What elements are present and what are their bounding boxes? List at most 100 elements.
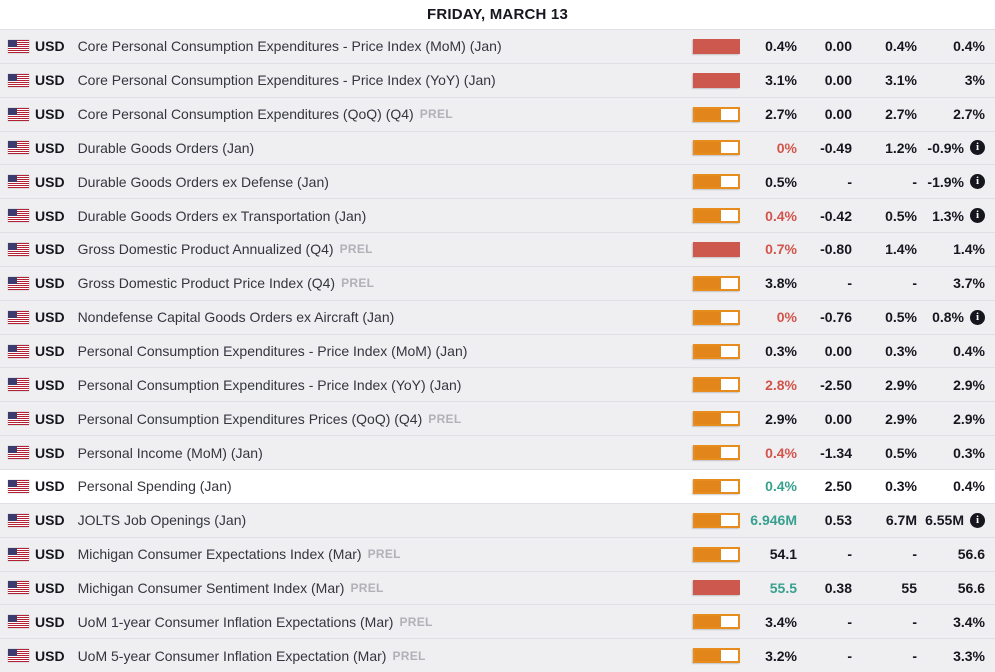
deviation-value: 0.53 (797, 512, 852, 528)
table-row[interactable]: USD Michigan Consumer Expectations Index… (0, 537, 995, 571)
previous-value: 6.55M (925, 512, 964, 528)
info-icon[interactable]: i (970, 208, 985, 223)
table-row[interactable]: USD Gross Domestic Product Price Index (… (0, 266, 995, 300)
event-name: JOLTS Job Openings (Jan) (78, 512, 247, 528)
event-name: Personal Spending (Jan) (78, 478, 232, 494)
prel-badge: PREL (368, 547, 401, 561)
previous-value: 0.4% (953, 38, 985, 54)
previous-value: 1.3% (932, 208, 964, 224)
deviation-value: 0.00 (797, 343, 852, 359)
table-row[interactable]: USD Nondefense Capital Goods Orders ex A… (0, 300, 995, 334)
actual-value: 0.5% (740, 174, 797, 190)
table-row[interactable]: USD Personal Income (MoM) (Jan) 0.4% -1.… (0, 435, 995, 469)
table-row[interactable]: USD Core Personal Consumption Expenditur… (0, 29, 995, 63)
prel-badge: PREL (399, 615, 432, 629)
info-icon[interactable]: i (970, 174, 985, 189)
event-name: Michigan Consumer Expectations Index (Ma… (78, 546, 362, 562)
table-row[interactable]: USD Durable Goods Orders ex Transportati… (0, 198, 995, 232)
currency-label: USD (35, 140, 65, 156)
table-row[interactable]: USD Michigan Consumer Sentiment Index (M… (0, 571, 995, 605)
prel-badge: PREL (340, 242, 373, 256)
actual-value: 2.8% (740, 377, 797, 393)
currency-label: USD (35, 478, 65, 494)
event-name: Durable Goods Orders ex Transportation (… (78, 208, 367, 224)
row-values: 0.3% 0.00 0.3% 0.4% (693, 343, 985, 359)
previous-value: 2.9% (953, 377, 985, 393)
row-values: 0.7% -0.80 1.4% 1.4% (693, 241, 985, 257)
deviation-value: - (797, 546, 852, 562)
table-row[interactable]: USD Personal Spending (Jan) 0.4% 2.50 0.… (0, 469, 995, 503)
actual-value: 0% (740, 140, 797, 156)
deviation-value: - (797, 614, 852, 630)
currency-label: USD (35, 208, 65, 224)
row-values: 3.2% - - 3.3% (693, 648, 985, 664)
table-row[interactable]: USD UoM 5-year Consumer Inflation Expect… (0, 638, 995, 672)
previous-value: 1.4% (953, 241, 985, 257)
actual-value: 3.4% (740, 614, 797, 630)
us-flag-icon (8, 412, 29, 425)
row-values: 2.9% 0.00 2.9% 2.9% (693, 411, 985, 427)
volatility-indicator-icon (693, 614, 740, 629)
event-name: Core Personal Consumption Expenditures (… (78, 106, 414, 122)
table-row[interactable]: USD Core Personal Consumption Expenditur… (0, 63, 995, 97)
us-flag-icon (8, 581, 29, 594)
row-values: 0.4% -1.34 0.5% 0.3% (693, 445, 985, 461)
volatility-indicator-icon (693, 39, 740, 54)
info-icon[interactable]: i (970, 513, 985, 528)
consensus-value: - (852, 546, 917, 562)
table-row[interactable]: USD JOLTS Job Openings (Jan) 6.946M 0.53… (0, 503, 995, 537)
us-flag-icon (8, 108, 29, 121)
event-name: Personal Income (MoM) (Jan) (78, 445, 263, 461)
event-rows: USD Core Personal Consumption Expenditur… (0, 29, 995, 672)
consensus-value: - (852, 648, 917, 664)
deviation-value: 0.00 (797, 38, 852, 54)
us-flag-icon (8, 40, 29, 53)
actual-value: 0.3% (740, 343, 797, 359)
event-name: Core Personal Consumption Expenditures -… (78, 38, 502, 54)
us-flag-icon (8, 175, 29, 188)
table-row[interactable]: USD Personal Consumption Expenditures - … (0, 367, 995, 401)
currency-label: USD (35, 275, 65, 291)
info-icon[interactable]: i (970, 140, 985, 155)
info-icon[interactable]: i (970, 310, 985, 325)
actual-value: 54.1 (740, 546, 797, 562)
event-name: UoM 1-year Consumer Inflation Expectatio… (78, 614, 394, 630)
actual-value: 3.2% (740, 648, 797, 664)
prel-badge: PREL (341, 276, 374, 290)
us-flag-icon (8, 277, 29, 290)
previous-value: 0.3% (953, 445, 985, 461)
deviation-value: - (797, 648, 852, 664)
volatility-indicator-icon (693, 344, 740, 359)
currency-label: USD (35, 174, 65, 190)
deviation-value: 2.50 (797, 478, 852, 494)
actual-value: 55.5 (740, 580, 797, 596)
consensus-value: 55 (852, 580, 917, 596)
event-name: Nondefense Capital Goods Orders ex Aircr… (78, 309, 395, 325)
table-row[interactable]: USD Personal Consumption Expenditures Pr… (0, 401, 995, 435)
us-flag-icon (8, 615, 29, 628)
volatility-indicator-icon (693, 242, 740, 257)
previous-value: 2.7% (953, 106, 985, 122)
row-values: 3.8% - - 3.7% (693, 275, 985, 291)
table-row[interactable]: USD Durable Goods Orders ex Defense (Jan… (0, 164, 995, 198)
previous-value: 0.4% (953, 343, 985, 359)
volatility-indicator-icon (693, 174, 740, 189)
currency-label: USD (35, 648, 65, 664)
event-name: Durable Goods Orders ex Defense (Jan) (78, 174, 329, 190)
table-row[interactable]: USD Personal Consumption Expenditures - … (0, 334, 995, 368)
previous-value: 56.6 (958, 580, 985, 596)
table-row[interactable]: USD Gross Domestic Product Annualized (Q… (0, 232, 995, 266)
event-name: UoM 5-year Consumer Inflation Expectatio… (78, 648, 387, 664)
currency-label: USD (35, 445, 65, 461)
currency-label: USD (35, 38, 65, 54)
table-row[interactable]: USD Durable Goods Orders (Jan) 0% -0.49 … (0, 131, 995, 165)
actual-value: 0.4% (740, 478, 797, 494)
us-flag-icon (8, 378, 29, 391)
us-flag-icon (8, 649, 29, 662)
row-values: 0.4% -0.42 0.5% 1.3% i (693, 208, 985, 224)
previous-value: -1.9% (927, 174, 964, 190)
table-row[interactable]: USD UoM 1-year Consumer Inflation Expect… (0, 604, 995, 638)
event-name: Durable Goods Orders (Jan) (78, 140, 255, 156)
table-row[interactable]: USD Core Personal Consumption Expenditur… (0, 97, 995, 131)
volatility-indicator-icon (693, 276, 740, 291)
